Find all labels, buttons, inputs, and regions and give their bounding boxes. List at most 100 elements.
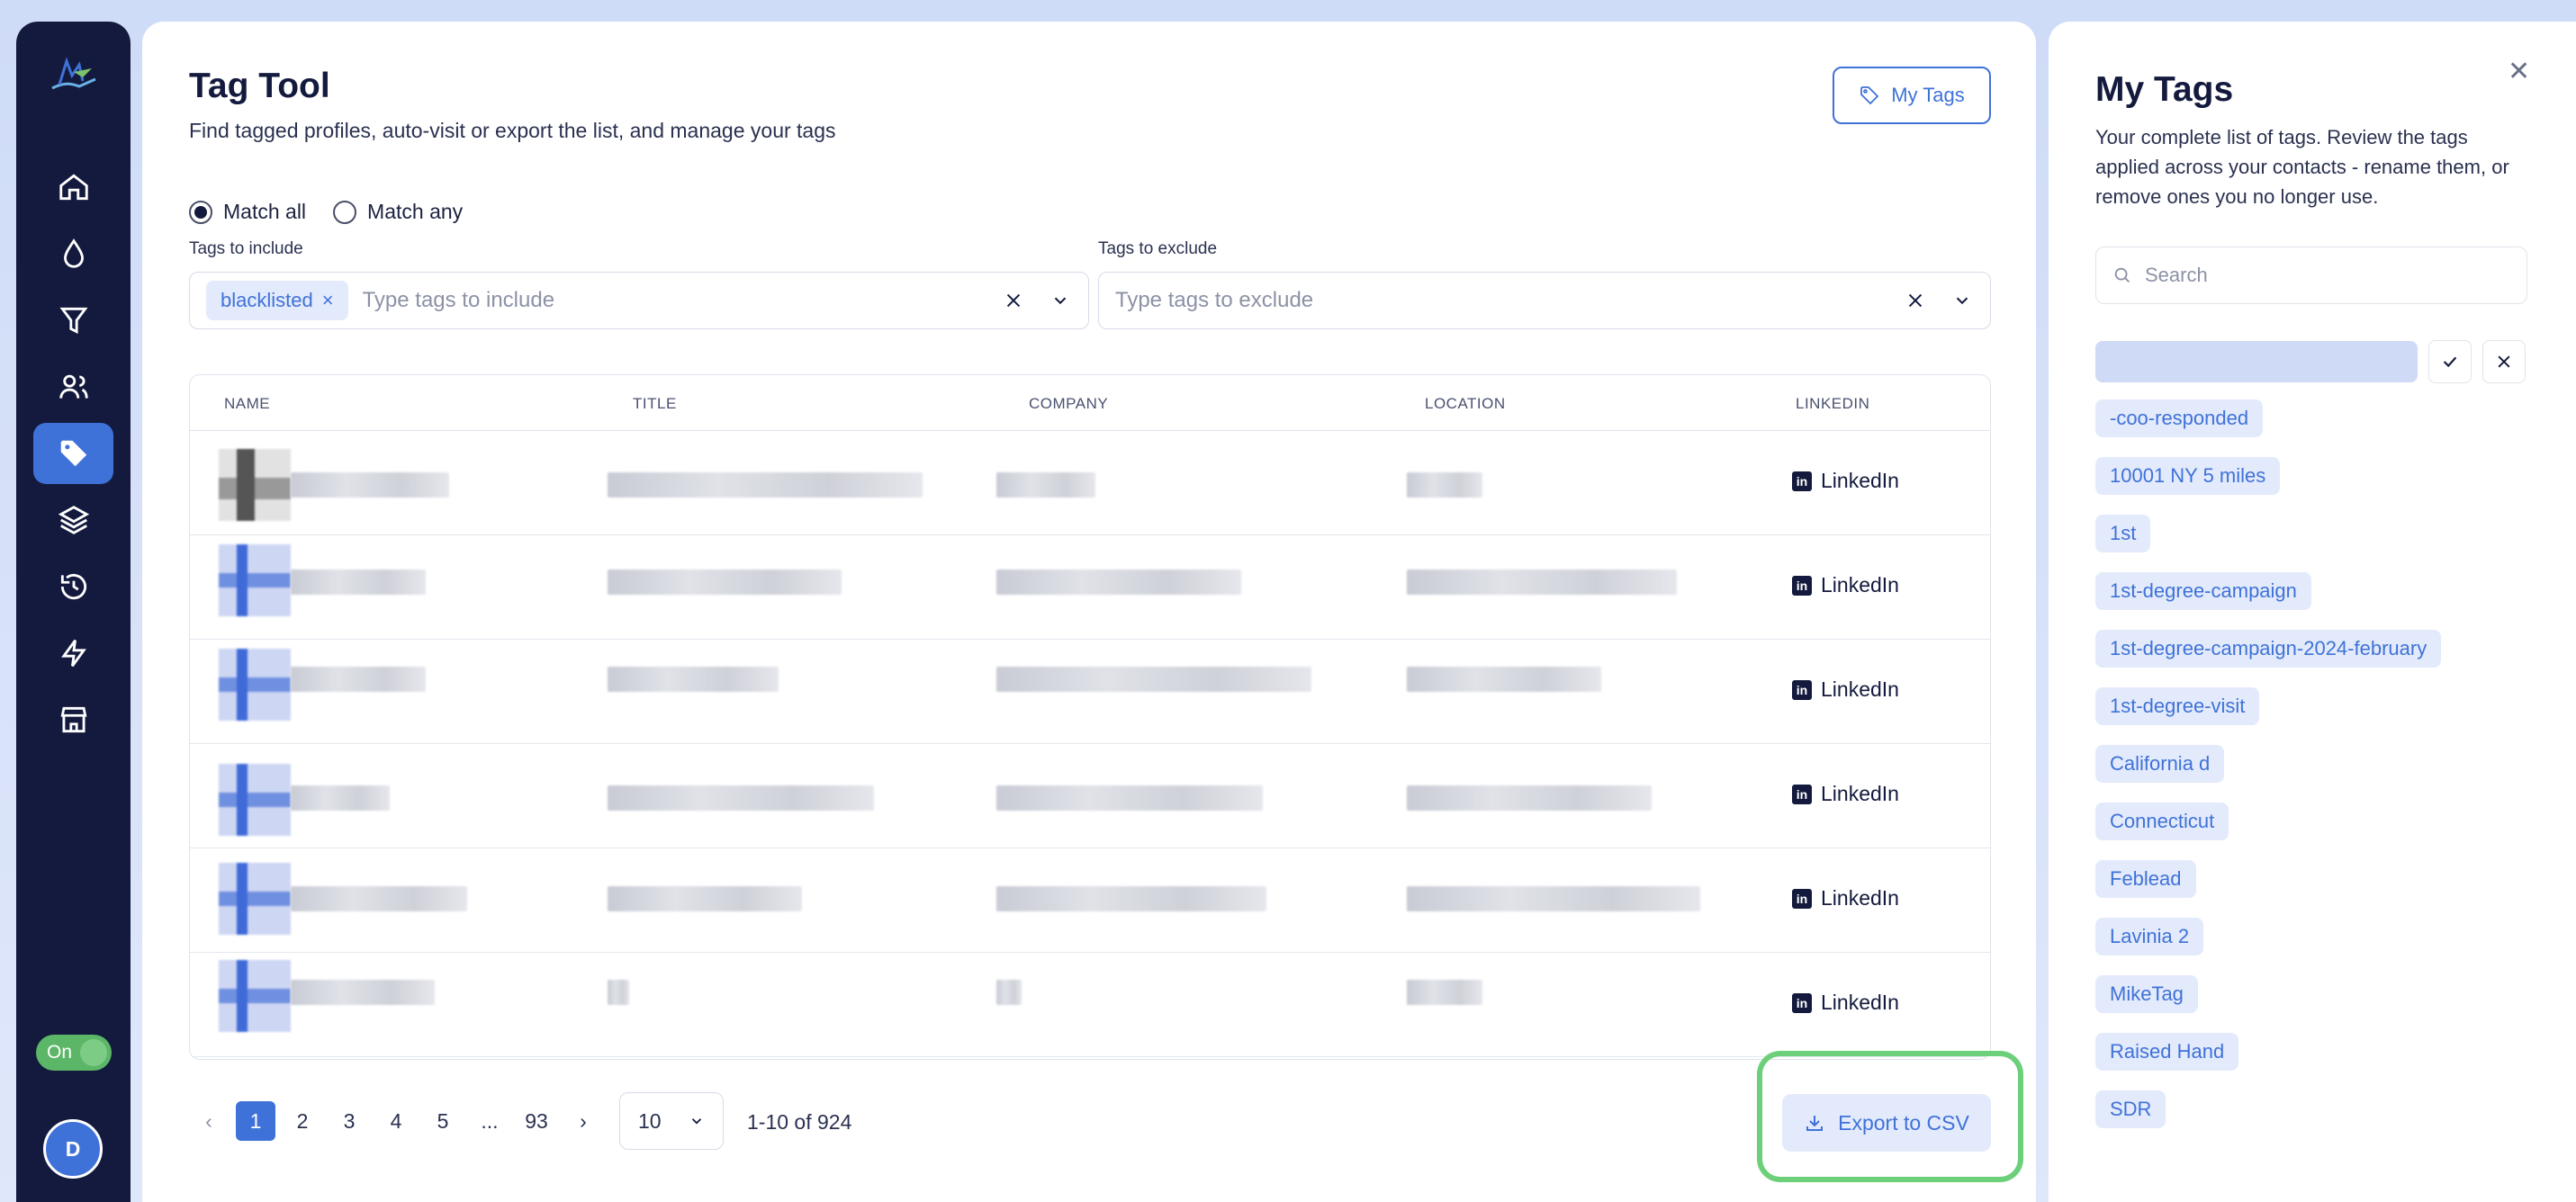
table-row[interactable]: in LinkedIn [190,640,1990,744]
table-row[interactable]: in LinkedIn [190,953,1990,1057]
page-3[interactable]: 3 [329,1101,369,1141]
tag-item[interactable]: Raised Hand [2095,1033,2239,1071]
include-tags-input[interactable]: Type tags to include [363,288,554,313]
tag-item[interactable]: California d [2095,745,2225,783]
tags-search-placeholder: Search [2145,264,2208,286]
tag-edit-row [2095,340,2526,383]
table-row[interactable]: in LinkedIn [190,535,1990,640]
per-page-select[interactable]: 10 [619,1092,724,1150]
nav-funnel[interactable] [33,290,113,351]
funnel-icon [59,307,88,334]
check-icon [2443,356,2457,368]
tag-item[interactable]: -coo-responded [2095,399,2264,437]
clear-icon[interactable] [1004,291,1023,310]
close-icon [2498,355,2510,368]
linkedin-link[interactable]: in LinkedIn [1792,886,1899,910]
col-title[interactable]: TITLE [633,395,677,413]
store-icon [60,706,86,733]
col-company[interactable]: COMPANY [1029,395,1108,413]
nav-store[interactable] [33,689,113,750]
col-name[interactable]: NAME [224,395,270,413]
linkedin-link[interactable]: in LinkedIn [1792,469,1899,493]
nav-home[interactable] [33,157,113,218]
tag-item[interactable]: 10001 NY 5 miles [2095,457,2281,495]
linkedin-link[interactable]: in LinkedIn [1792,782,1899,806]
blurred-avatar [219,960,291,1032]
col-location[interactable]: LOCATION [1425,395,1506,413]
export-csv-button[interactable]: Export to CSV [1782,1094,1991,1152]
linkedin-link[interactable]: in LinkedIn [1792,573,1899,597]
tag-item[interactable]: 1st-degree-visit [2095,687,2260,725]
blurred-name [291,886,467,911]
exclude-tags-input[interactable]: Type tags to exclude [1115,288,1313,313]
blurred-avatar [219,764,291,836]
nav-history[interactable] [33,556,113,617]
linkedin-label: LinkedIn [1821,991,1899,1014]
tag-item[interactable]: Lavinia 2 [2095,918,2204,955]
linkedin-label: LinkedIn [1821,469,1899,492]
active-toggle[interactable]: On [36,1035,112,1071]
prev-page-icon[interactable]: ‹ [189,1101,229,1141]
tag-edit-input[interactable] [2095,341,2418,382]
tag-item[interactable]: SDR [2095,1090,2166,1128]
chevron-down-icon[interactable] [1050,291,1070,310]
col-linkedin[interactable]: LINKEDIN [1796,395,1869,413]
tag-item[interactable]: Feblead [2095,860,2196,898]
my-tags-button[interactable]: My Tags [1833,67,1991,124]
tag-item[interactable]: 1st-degree-campaign-2024-february [2095,630,2442,668]
nav-tags[interactable] [33,423,113,484]
linkedin-link[interactable]: in LinkedIn [1792,677,1899,702]
search-icon [2114,267,2130,283]
chip-remove-icon[interactable]: × [322,289,334,312]
users-icon [59,374,88,399]
linkedin-icon: in [1792,992,1812,1013]
nav-drip[interactable] [33,223,113,284]
confirm-edit-button[interactable] [2428,340,2472,383]
blurred-title [608,886,802,911]
match-mode-group: Match all Match any [189,200,463,224]
tag-item[interactable]: 1st [2095,515,2151,552]
sidebar: On D [16,22,131,1202]
page-4[interactable]: 4 [376,1101,416,1141]
table-row[interactable]: in LinkedIn [190,848,1990,953]
cancel-edit-button[interactable] [2482,340,2526,383]
linkedin-label: LinkedIn [1821,782,1899,805]
profiles-table: NAME TITLE COMPANY LOCATION LINKEDIN in … [189,374,1991,1060]
nav-automations[interactable] [33,623,113,684]
match-all-radio[interactable]: Match all [189,200,306,224]
page-2[interactable]: 2 [283,1101,322,1141]
include-chip: blacklisted × [206,281,348,320]
table-row[interactable]: in LinkedIn [190,744,1990,848]
blurred-location [1407,667,1601,692]
page-ellipsis: ... [481,1108,499,1133]
my-tags-panel: My Tags ✕ Your complete list of tags. Re… [2049,22,2576,1202]
blurred-company [996,667,1311,692]
home-icon [59,174,88,201]
tag-item[interactable]: MikeTag [2095,975,2198,1013]
blurred-title [608,472,923,498]
include-tags-select[interactable]: blacklisted × Type tags to include [189,272,1089,329]
exclude-tags-select[interactable]: Type tags to exclude [1098,272,1991,329]
avatar[interactable]: D [43,1119,103,1179]
table-row[interactable]: in LinkedIn [190,431,1990,535]
page-5[interactable]: 5 [423,1101,463,1141]
blurred-avatar [219,449,291,521]
nav-users[interactable] [33,356,113,417]
tags-search-input[interactable]: Search [2095,247,2527,304]
tag-item[interactable]: Connecticut [2095,803,2229,840]
linkedin-link[interactable]: in LinkedIn [1792,991,1899,1015]
my-tags-label: My Tags [1891,84,1965,106]
blurred-company [996,886,1266,911]
next-page-icon[interactable]: › [563,1101,603,1141]
linkedin-icon: in [1792,784,1812,804]
radio-checked-icon [189,200,212,224]
match-any-radio[interactable]: Match any [333,200,463,224]
page-93[interactable]: 93 [517,1101,556,1141]
chevron-down-icon[interactable] [1952,291,1972,310]
export-csv-label: Export to CSV [1838,1110,1969,1135]
nav-layers[interactable] [33,489,113,551]
tag-item[interactable]: 1st-degree-campaign [2095,572,2311,610]
close-icon[interactable]: ✕ [2508,56,2530,87]
clear-icon[interactable] [1905,291,1925,310]
page-1[interactable]: 1 [236,1101,275,1141]
